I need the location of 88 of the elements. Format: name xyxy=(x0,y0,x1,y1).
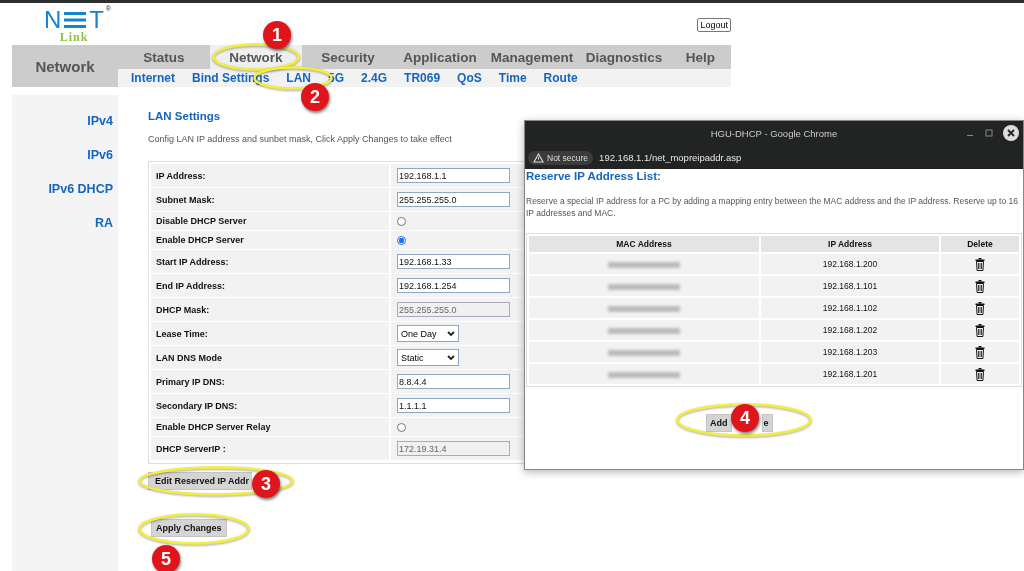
field-label: Lease Time: xyxy=(151,322,389,345)
nav-tab[interactable]: Application xyxy=(394,45,486,69)
field-label: Enable DHCP Server xyxy=(151,231,389,249)
logo-letter: N xyxy=(44,9,62,31)
field-label: DHCP ServerIP : xyxy=(151,437,389,460)
field-label: Subnet Mask: xyxy=(151,188,389,211)
edit-reserved-button[interactable]: Edit Reserved IP Addr xyxy=(148,472,252,490)
field-label: Start IP Address: xyxy=(151,250,389,273)
caret-icon xyxy=(447,354,455,361)
blurred-text xyxy=(608,283,680,290)
blurred-text xyxy=(608,349,680,356)
column-header: MAC Address xyxy=(529,236,759,252)
popup-button[interactable]: Add xyxy=(706,414,732,432)
table-cell: 192.168.1.203 xyxy=(761,342,939,362)
logo-bars-icon xyxy=(62,10,89,30)
subnav-link[interactable]: LAN xyxy=(286,71,312,85)
popup-button[interactable]: e xyxy=(761,414,773,432)
field-label: Secondary IP DNS: xyxy=(151,394,389,417)
table-cell: 192.168.1.200 xyxy=(761,254,939,274)
caret-icon xyxy=(447,330,455,337)
subnav-link[interactable]: TR069 xyxy=(404,71,441,85)
radio-button[interactable] xyxy=(397,422,406,432)
trash-icon[interactable] xyxy=(975,323,985,337)
subnav-link[interactable]: 2.4G xyxy=(361,71,388,85)
blurred-text xyxy=(608,305,680,312)
nav-tab[interactable]: Status xyxy=(118,45,210,69)
sidebar-item[interactable]: RA xyxy=(94,216,113,230)
section-title: Network xyxy=(12,45,118,87)
field-label: IP Address: xyxy=(151,164,389,187)
list-description: Reserve a special IP address for a PC by adding a mapping entry between the MAC address and the IP address. Reserve up to 16 IP addresses and MAC. xyxy=(526,195,1020,219)
field-label: Primary IP DNS: xyxy=(151,370,389,393)
subnav-link[interactable]: Internet xyxy=(131,71,175,85)
page-title: LAN Settings xyxy=(148,110,221,122)
subnav-link[interactable]: Route xyxy=(543,71,578,85)
warning-icon xyxy=(533,152,544,163)
close-icon[interactable] xyxy=(1003,125,1019,141)
table-cell: 192.168.1.201 xyxy=(761,364,939,384)
sidebar-item[interactable]: IPv6 DHCP xyxy=(48,182,113,196)
step-marker: 5 xyxy=(152,545,180,571)
logout-button[interactable]: Logout xyxy=(697,18,731,32)
field-label: End IP Address: xyxy=(151,274,389,297)
table-cell: 192.168.1.101 xyxy=(761,276,939,296)
field-label: LAN DNS Mode xyxy=(151,346,389,369)
table-cell: 192.168.1.202 xyxy=(761,320,939,340)
input-field[interactable]: 192.168.1.33 xyxy=(397,254,510,269)
trash-icon[interactable] xyxy=(975,279,985,293)
input-field[interactable]: 8.8.4.4 xyxy=(397,374,510,389)
radio-button[interactable] xyxy=(397,216,406,226)
logo-tagline: Link xyxy=(59,31,89,43)
input-field[interactable]: 1.1.1.1 xyxy=(397,398,510,413)
field-label: DHCP Mask: xyxy=(151,298,389,321)
maximize-icon[interactable] xyxy=(984,128,994,138)
dropdown[interactable]: Static xyxy=(397,349,459,366)
step-marker: 2 xyxy=(301,83,329,111)
input-field[interactable]: 192.168.1.254 xyxy=(397,278,510,293)
trash-icon[interactable] xyxy=(975,367,985,381)
subnav-link[interactable]: QoS xyxy=(457,71,482,85)
blurred-text xyxy=(608,261,680,268)
subnav-link[interactable]: Time xyxy=(498,71,527,85)
security-chip[interactable]: Not secure xyxy=(528,150,594,165)
address-bar[interactable]: 192.168.1.1/net_mopreipaddr.asp xyxy=(599,152,742,163)
trash-icon[interactable] xyxy=(975,345,985,359)
input-field[interactable]: 255.255.255.0 xyxy=(397,192,510,207)
trash-icon[interactable] xyxy=(975,301,985,315)
step-marker: 1 xyxy=(263,21,291,49)
apply-button[interactable]: Apply Changes xyxy=(151,519,227,537)
input-field[interactable]: 192.168.1.1 xyxy=(397,168,510,183)
step-marker: 3 xyxy=(252,470,280,498)
field-label: Enable DHCP Server Relay xyxy=(151,418,389,436)
radio-button[interactable] xyxy=(397,235,406,245)
list-heading: Reserve IP Address List: xyxy=(526,170,662,182)
page-description: Config LAN IP address and sunbet mask, Click Apply Changes to take effect xyxy=(148,134,452,144)
nav-tab[interactable]: Security xyxy=(302,45,394,69)
column-header: Delete xyxy=(941,236,1019,252)
nav-tab[interactable]: Management xyxy=(486,45,578,69)
blurred-text xyxy=(608,371,680,378)
blurred-text xyxy=(608,327,680,334)
field-label: Disable DHCP Server xyxy=(151,212,389,230)
nav-tab[interactable]: Help xyxy=(670,45,731,69)
window-title: HGU-DHCP - Google Chrome xyxy=(710,128,838,139)
sidebar-item[interactable]: IPv4 xyxy=(87,114,113,128)
trash-icon[interactable] xyxy=(975,257,985,271)
nav-tab[interactable]: Diagnostics xyxy=(578,45,670,69)
column-header: IP Address xyxy=(761,236,939,252)
sidebar-item[interactable]: IPv6 xyxy=(87,148,113,162)
dropdown[interactable]: One Day xyxy=(397,325,459,342)
table-cell: 192.168.1.102 xyxy=(761,298,939,318)
logo-letter: T xyxy=(89,9,104,31)
